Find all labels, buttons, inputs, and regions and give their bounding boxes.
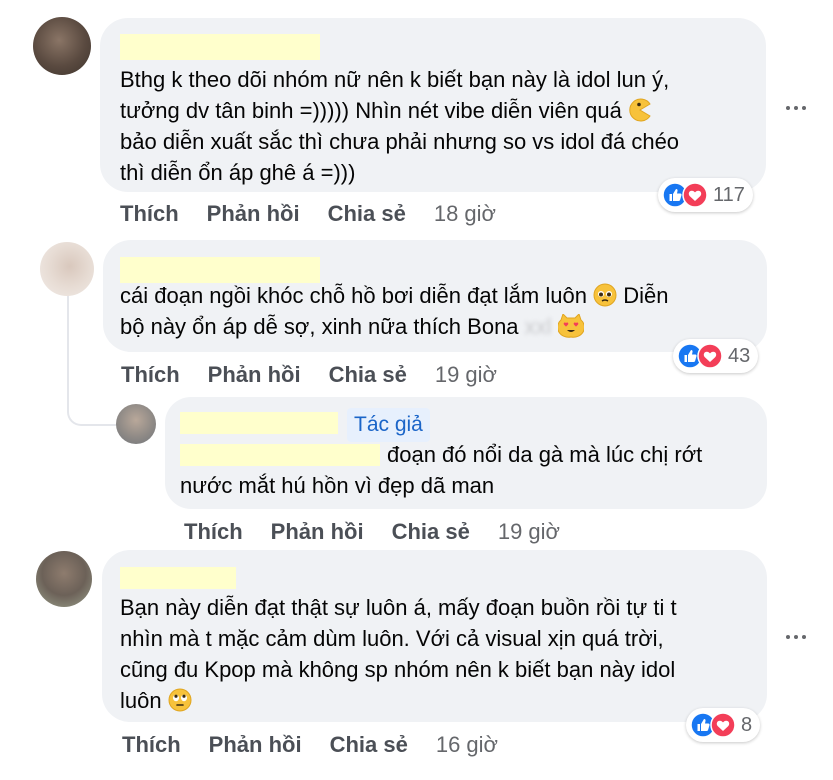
commenter-name-redacted[interactable]: [180, 412, 338, 434]
comment-text: Bthg k theo dõi nhóm nữ nên k biết bạn n…: [120, 64, 679, 188]
comment-actions: Thích Phản hồi Chia sẻ 19 giờ: [121, 362, 497, 388]
pacman-emoji-icon: [629, 98, 651, 122]
reply-button[interactable]: Phản hồi: [209, 732, 302, 758]
comment-text: Bạn này diễn đạt thật sự luôn á, mấy đoạ…: [120, 592, 677, 716]
comment-line: nước mắt hú hồn vì đẹp dã man: [180, 473, 495, 498]
comment-line: nhìn mà t mặc cảm dùm luôn. Với cả visua…: [120, 626, 664, 651]
reaction-summary[interactable]: 8: [686, 708, 761, 742]
avatar[interactable]: [36, 551, 92, 607]
like-button[interactable]: Thích: [121, 362, 180, 388]
share-button[interactable]: Chia sẻ: [330, 732, 408, 758]
comment-timestamp[interactable]: 19 giờ: [435, 362, 497, 388]
love-reaction-icon: [682, 182, 708, 208]
like-button[interactable]: Thích: [122, 732, 181, 758]
reaction-count: 8: [741, 713, 753, 736]
reaction-count: 117: [713, 183, 745, 206]
heart-eyes-cat-emoji-icon: [557, 314, 584, 338]
commenter-name-redacted[interactable]: [120, 567, 236, 589]
share-button[interactable]: Chia sẻ: [328, 201, 406, 227]
comment-timestamp[interactable]: 18 giờ: [434, 201, 496, 227]
comment-line: đoạn đó nổi da gà mà lúc chị rớt: [387, 442, 703, 467]
love-reaction-icon: [697, 343, 723, 369]
comment-bubble: Bạn này diễn đạt thật sự luôn á, mấy đoạ…: [102, 550, 767, 722]
reply-button[interactable]: Phản hồi: [207, 201, 300, 227]
reaction-summary[interactable]: 117: [658, 178, 753, 212]
comment-line: tưởng dv tân binh =))))) Nhìn nét vibe d…: [120, 98, 622, 123]
comment-timestamp[interactable]: 16 giờ: [436, 732, 498, 758]
comment-actions: Thích Phản hồi Chia sẻ 19 giờ: [184, 519, 560, 545]
comment-bubble: Bthg k theo dõi nhóm nữ nên k biết bạn n…: [100, 18, 766, 192]
reaction-summary[interactable]: 43: [673, 339, 759, 373]
comment-line: bộ này ổn áp dễ sợ, xinh nữa thích Bona: [120, 314, 519, 339]
comment-actions: Thích Phản hồi Chia sẻ 18 giờ: [120, 201, 496, 227]
face-with-rolling-eyes-emoji-icon: [168, 688, 192, 712]
comment-timestamp[interactable]: 19 giờ: [498, 519, 560, 545]
comment-actions: Thích Phản hồi Chia sẻ 16 giờ: [122, 732, 498, 758]
comment-line: Bạn này diễn đạt thật sự luôn á, mấy đoạ…: [120, 595, 677, 620]
blurred-text: xxl: [524, 314, 552, 339]
comment-text: cái đoạn ngồi khóc chỗ hồ bơi diễn đạt l…: [120, 280, 668, 342]
reply-bubble: Tác giả đoạn đó nổi da gà mà lúc chị rớt…: [165, 397, 767, 509]
more-options-button[interactable]: [781, 627, 811, 647]
comment-line: bảo diễn xuất sắc thì chưa phải nhưng so…: [120, 129, 680, 154]
like-button[interactable]: Thích: [184, 519, 243, 545]
mentioned-name-redacted[interactable]: [180, 444, 380, 466]
comment-line-tail: Diễn: [623, 283, 669, 308]
reply-text: nước mắt hú hồn vì đẹp dã man: [180, 470, 494, 501]
comment-line: thì diễn ổn áp ghê á =))): [120, 160, 356, 185]
share-button[interactable]: Chia sẻ: [329, 362, 407, 388]
reply-button[interactable]: Phản hồi: [271, 519, 364, 545]
reply-button[interactable]: Phản hồi: [208, 362, 301, 388]
avatar[interactable]: [33, 17, 91, 75]
love-reaction-icon: [710, 712, 736, 738]
share-button[interactable]: Chia sẻ: [392, 519, 470, 545]
commenter-name-redacted[interactable]: [120, 34, 320, 60]
reaction-count: 43: [728, 344, 751, 367]
comment-line: Bthg k theo dõi nhóm nữ nên k biết bạn n…: [120, 67, 670, 92]
pleading-face-emoji-icon: [593, 283, 617, 307]
author-badge: Tác giả: [347, 408, 430, 442]
more-options-button[interactable]: [781, 98, 811, 118]
avatar[interactable]: [40, 242, 94, 296]
like-button[interactable]: Thích: [120, 201, 179, 227]
comment-line: luôn: [120, 688, 162, 713]
comment-line: cái đoạn ngồi khóc chỗ hồ bơi diễn đạt l…: [120, 283, 587, 308]
comment-bubble: cái đoạn ngồi khóc chỗ hồ bơi diễn đạt l…: [103, 240, 767, 352]
comment-line: cũng đu Kpop mà không sp nhóm nên k biết…: [120, 657, 676, 682]
reply-text: đoạn đó nổi da gà mà lúc chị rớt: [387, 439, 702, 470]
avatar[interactable]: [116, 404, 156, 444]
